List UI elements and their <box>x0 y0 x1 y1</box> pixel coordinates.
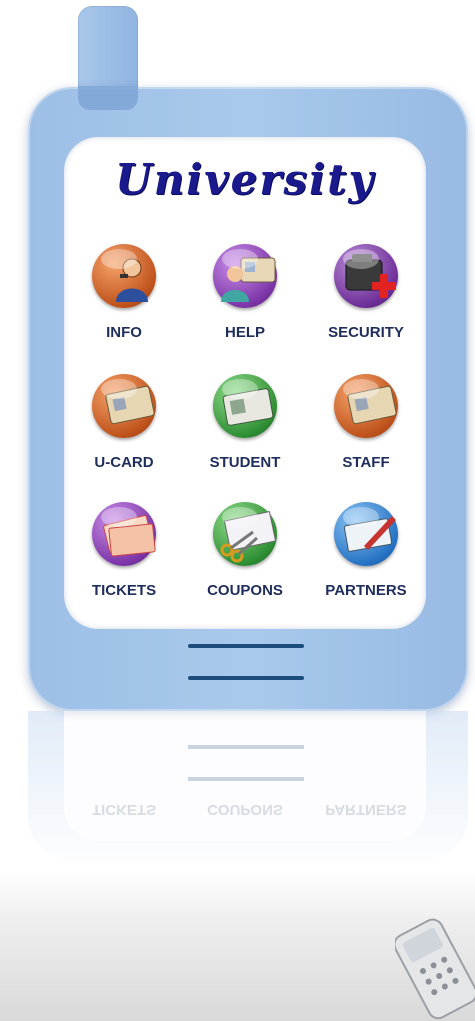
menu-item-label: PARTNERS <box>325 582 407 599</box>
student-card-icon <box>213 374 277 438</box>
home-bar-top[interactable] <box>188 644 304 648</box>
menu-item-label: SECURITY <box>328 324 404 341</box>
menu-item-label: INFO <box>106 324 142 341</box>
menu-item-coupons[interactable]: COUPONS <box>185 494 305 612</box>
menu-item-label: U-CARD <box>94 454 154 471</box>
phone-reflection: TICKETS COUPONS PARTNERS <box>0 711 475 891</box>
reflection-label-tickets: TICKETS <box>91 801 157 818</box>
app-title: University <box>115 155 375 204</box>
menu-item-u-card[interactable]: U-CARD <box>64 366 184 484</box>
reflection-bar <box>188 745 304 749</box>
menu-item-label: STAFF <box>342 454 390 471</box>
tickets-icon <box>92 502 156 566</box>
person-info-icon <box>92 244 156 308</box>
antenna-base <box>78 86 138 110</box>
menu-item-tickets[interactable]: TICKETS <box>64 494 184 612</box>
id-card-icon <box>92 374 156 438</box>
menu-item-student[interactable]: STUDENT <box>185 366 305 484</box>
person-card-icon <box>213 244 277 308</box>
reflection-screen <box>64 711 426 841</box>
security-cross-icon <box>334 244 398 308</box>
reflection-label-coupons: COUPONS <box>207 801 283 818</box>
menu-item-label: STUDENT <box>209 454 281 471</box>
menu-item-security[interactable]: SECURITY <box>306 236 426 354</box>
menu-item-label: COUPONS <box>207 582 283 599</box>
reflection-bar <box>188 777 304 781</box>
menu-item-label: HELP <box>224 324 265 341</box>
reflection-label-partners: PARTNERS <box>325 801 407 818</box>
menu-item-info[interactable]: INFO <box>64 236 184 354</box>
menu-item-staff[interactable]: STAFF <box>306 366 426 484</box>
staff-card-icon <box>334 374 398 438</box>
mini-phone-icon <box>395 918 475 1020</box>
partners-pen-icon <box>334 502 398 566</box>
menu-item-label: TICKETS <box>91 582 157 599</box>
menu-item-help[interactable]: HELP <box>185 236 305 354</box>
home-bar-bottom[interactable] <box>188 676 304 680</box>
menu-item-partners[interactable]: PARTNERS <box>306 494 426 612</box>
coupons-scissors-icon <box>213 502 277 566</box>
